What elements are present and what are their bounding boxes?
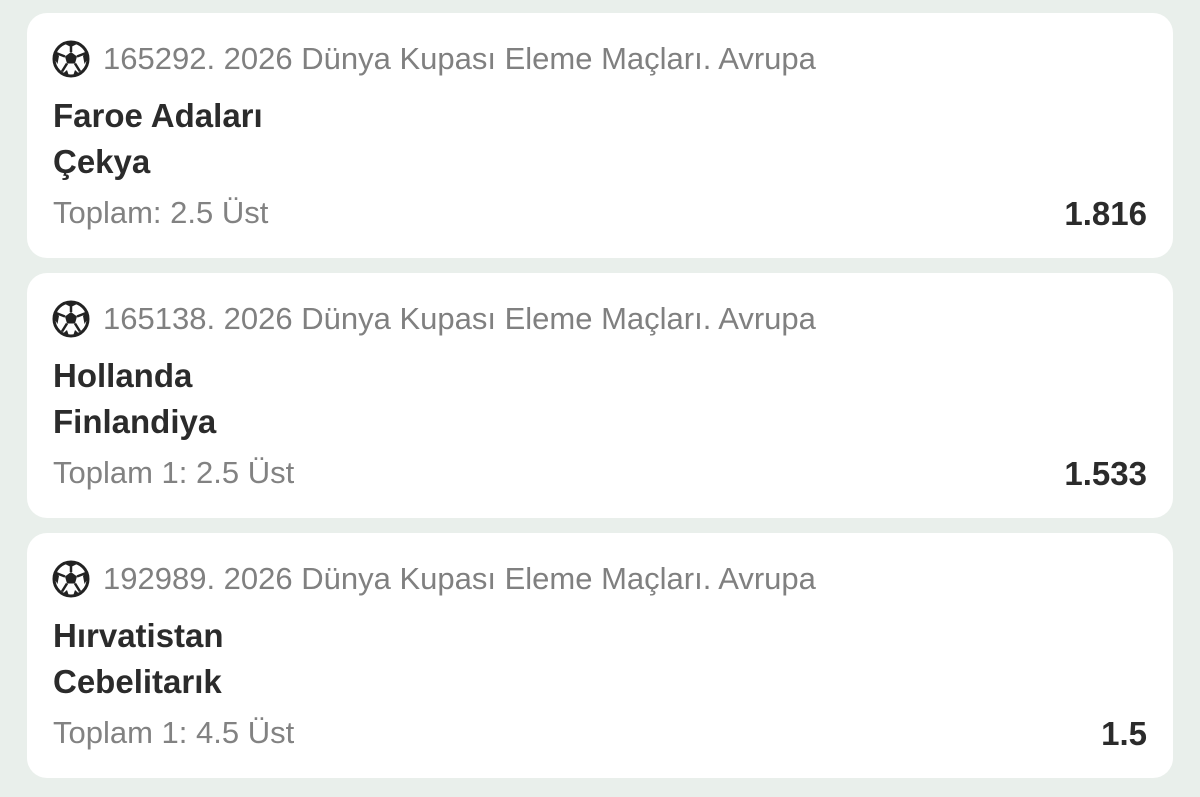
bet-list: 165292. 2026 Dünya Kupası Eleme Maçları.… <box>27 13 1173 793</box>
home-team: Hollanda <box>53 357 193 394</box>
league-row: 165138. 2026 Dünya Kupası Eleme Maçları.… <box>51 299 816 339</box>
bet-odds: 1.5 <box>1101 715 1147 752</box>
home-team: Hırvatistan <box>53 617 224 654</box>
bet-odds: 1.816 <box>1064 195 1147 232</box>
away-team: Finlandiya <box>53 403 217 440</box>
bet-card[interactable]: 165138. 2026 Dünya Kupası Eleme Maçları.… <box>27 273 1173 518</box>
soccer-ball-icon <box>51 559 91 599</box>
away-team: Çekya <box>53 143 151 180</box>
league-name: 165138. 2026 Dünya Kupası Eleme Maçları.… <box>103 301 816 336</box>
bet-card[interactable]: 165292. 2026 Dünya Kupası Eleme Maçları.… <box>27 13 1173 258</box>
bet-market: Toplam 1: 4.5 Üst <box>53 715 295 750</box>
soccer-ball-icon <box>51 299 91 339</box>
league-name: 165292. 2026 Dünya Kupası Eleme Maçları.… <box>103 41 816 76</box>
bet-odds: 1.533 <box>1064 455 1147 492</box>
bet-market: Toplam: 2.5 Üst <box>53 195 269 230</box>
league-row: 192989. 2026 Dünya Kupası Eleme Maçları.… <box>51 559 816 599</box>
away-team: Cebelitarık <box>53 663 222 700</box>
soccer-ball-icon <box>51 39 91 79</box>
bet-market: Toplam 1: 2.5 Üst <box>53 455 295 490</box>
league-name: 192989. 2026 Dünya Kupası Eleme Maçları.… <box>103 561 816 596</box>
bet-card[interactable]: 192989. 2026 Dünya Kupası Eleme Maçları.… <box>27 533 1173 778</box>
home-team: Faroe Adaları <box>53 97 263 134</box>
league-row: 165292. 2026 Dünya Kupası Eleme Maçları.… <box>51 39 816 79</box>
